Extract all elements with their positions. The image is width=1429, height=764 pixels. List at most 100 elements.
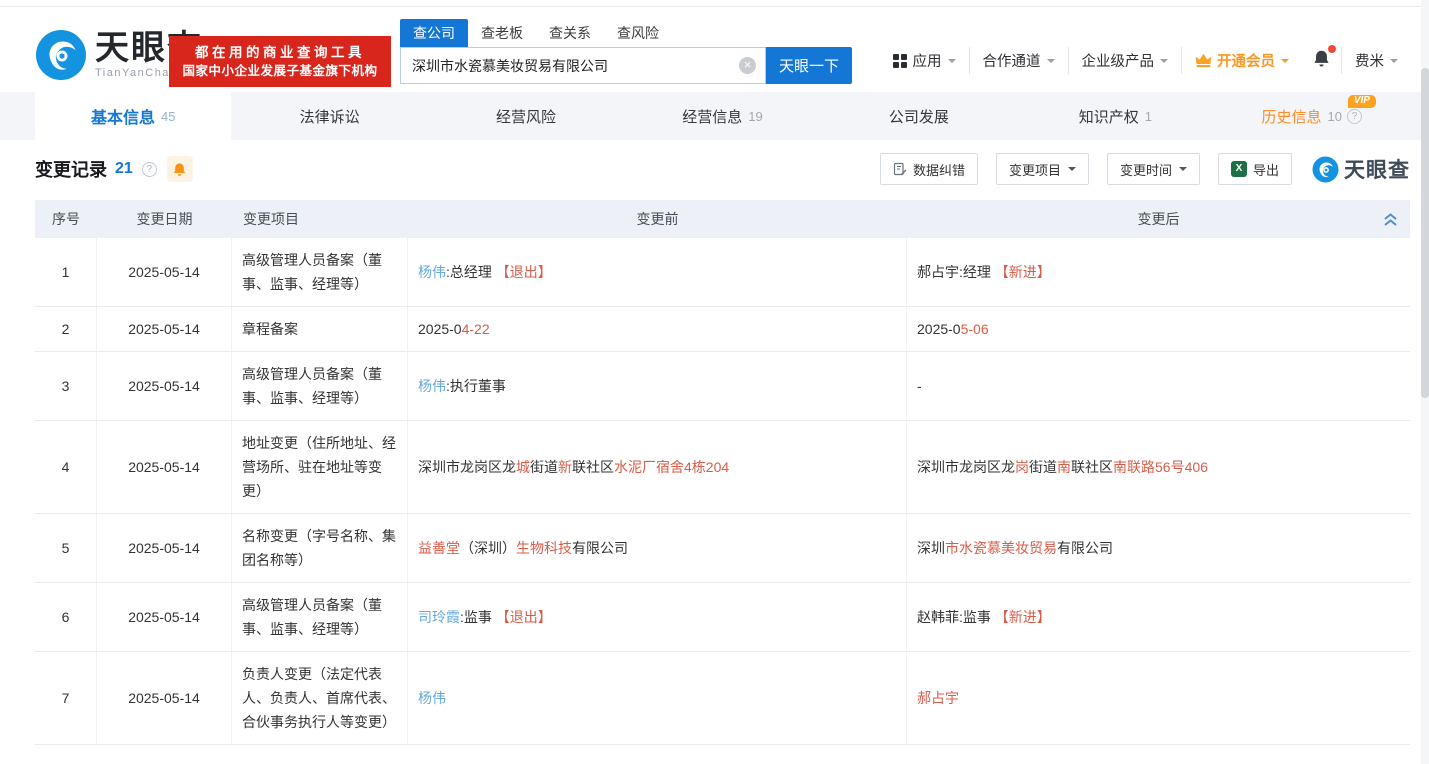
watermark-text: 天眼查 [1344, 154, 1410, 184]
table-body: 12025-05-14高级管理人员备案（董事、监事、经理等）杨伟:总经理 【退出… [35, 238, 1410, 745]
cell-seq: 2 [35, 307, 97, 351]
cell-after: 赵韩菲:监事 【新进】 [907, 583, 1410, 651]
chevron-down-icon [1390, 59, 1398, 67]
main-tab-bar: 基本信息45法律诉讼经营风险经营信息19公司发展知识产权1历史信息10VIP? [0, 92, 1429, 140]
search-tab-0[interactable]: 查公司 [400, 19, 468, 47]
site-header: 天眼查 TianYanCha.com 都在用的商业查询工具 国家中小企业发展子基… [0, 7, 1429, 92]
table-row: 52025-05-14名称变更（字号名称、集团名称等）益善堂（深圳）生物科技有限… [35, 514, 1410, 583]
search-button[interactable]: 天眼一下 [766, 47, 852, 84]
collapse-up-icon[interactable] [1383, 211, 1398, 228]
cell-seq: 1 [35, 238, 97, 306]
table-row: 42025-05-14地址变更（住所地址、经营场所、驻在地址等变更）深圳市龙岗区… [35, 421, 1410, 514]
nav-item-2[interactable]: 企业级产品 [1068, 47, 1182, 74]
tab-count: 1 [1145, 109, 1152, 124]
help-icon[interactable]: ? [1347, 109, 1362, 124]
edit-doc-icon [893, 162, 907, 176]
nav-item-0[interactable]: 应用 [880, 47, 969, 74]
watermark-logo: 天眼查 [1312, 154, 1410, 184]
table-header-row: 序号 变更日期 变更项目 变更前 变更后 [35, 200, 1410, 238]
search-tab-3[interactable]: 查风险 [604, 19, 672, 47]
cell-item: 章程备案 [232, 307, 408, 351]
tab-历史信息[interactable]: 历史信息10VIP? [1214, 92, 1410, 140]
tianyancha-logo-icon [35, 29, 87, 81]
tab-知识产权[interactable]: 知识产权1 [1017, 92, 1213, 140]
cell-seq: 3 [35, 352, 97, 420]
change-time-dropdown[interactable]: 变更时间 [1107, 153, 1200, 185]
cell-before: 益善堂（深圳）生物科技有限公司 [408, 514, 907, 582]
nav-item-3[interactable]: 开通会员 [1181, 47, 1302, 74]
diff-text: 生物科技 [516, 540, 572, 556]
cell-date: 2025-05-14 [97, 652, 232, 744]
diff-text: 【新进】 [995, 264, 1051, 280]
cell-item: 高级管理人员备案（董事、监事、经理等） [232, 238, 408, 306]
person-link[interactable]: 杨伟 [418, 264, 446, 280]
cell-item: 高级管理人员备案（董事、监事、经理等） [232, 352, 408, 420]
diff-text: 益善堂 [418, 540, 460, 556]
cell-after: 2025-05-06 [907, 307, 1410, 351]
page-scrollbar [1421, 0, 1429, 764]
diff-text: 新 [558, 459, 572, 475]
promo-line2: 国家中小企业发展子基金旗下机构 [169, 62, 391, 81]
tab-基本信息[interactable]: 基本信息45 [35, 92, 231, 140]
table-row: 32025-05-14高级管理人员备案（董事、监事、经理等）杨伟:执行董事- [35, 352, 1410, 421]
cell-date: 2025-05-14 [97, 352, 232, 420]
nav-item-1[interactable]: 合作通道 [969, 47, 1068, 74]
diff-text: 【退出】 [496, 609, 552, 625]
cell-before: 杨伟:总经理 【退出】 [408, 238, 907, 306]
diff-text: 岗 [1015, 459, 1029, 475]
subscribe-bell-icon[interactable] [167, 156, 193, 182]
nav-item-5[interactable]: 费米 [1341, 47, 1411, 74]
table-row: 22025-05-14章程备案2025-04-222025-05-06 [35, 307, 1410, 352]
search-tabs: 查公司查老板查关系查风险 [400, 21, 852, 47]
cell-seq: 7 [35, 652, 97, 744]
cell-date: 2025-05-14 [97, 421, 232, 513]
table-row: 62025-05-14高级管理人员备案（董事、监事、经理等）司玲霞:监事 【退出… [35, 583, 1410, 652]
crown-icon [1195, 53, 1212, 68]
diff-text: 南联路56号406 [1113, 459, 1208, 475]
help-icon[interactable]: ? [142, 162, 157, 177]
chevron-down-icon [948, 59, 956, 67]
tab-经营风险[interactable]: 经营风险 [428, 92, 624, 140]
person-link[interactable]: 司玲霞 [418, 609, 460, 625]
cell-item: 负责人变更（法定代表人、负责人、首席代表、合伙事务执行人等变更） [232, 652, 408, 744]
tab-法律诉讼[interactable]: 法律诉讼 [231, 92, 427, 140]
tab-count: 45 [161, 109, 175, 124]
tianyancha-logo-icon [1312, 156, 1339, 183]
cell-before: 司玲霞:监事 【退出】 [408, 583, 907, 651]
change-project-dropdown[interactable]: 变更项目 [996, 153, 1089, 185]
diff-text: 郝占宇 [917, 690, 959, 706]
cell-before: 2025-04-22 [408, 307, 907, 351]
section-header: 变更记录 21 ? 数据纠错 变更项目 变更时间 X 导出 [35, 152, 1410, 186]
clear-search-icon[interactable]: × [739, 57, 756, 74]
cell-after: 郝占宇 [907, 652, 1410, 744]
table-row: 12025-05-14高级管理人员备案（董事、监事、经理等）杨伟:总经理 【退出… [35, 238, 1410, 307]
cell-item: 地址变更（住所地址、经营场所、驻在地址等变更） [232, 421, 408, 513]
tab-count: 19 [748, 109, 762, 124]
person-link[interactable]: 杨伟 [418, 378, 446, 394]
cell-date: 2025-05-14 [97, 514, 232, 582]
data-correction-button[interactable]: 数据纠错 [880, 153, 978, 185]
toolbar: 数据纠错 变更项目 变更时间 X 导出 天眼查 [862, 153, 1410, 185]
tab-经营信息[interactable]: 经营信息19 [624, 92, 820, 140]
cell-after: 郝占宇:经理 【新进】 [907, 238, 1410, 306]
search-tab-2[interactable]: 查关系 [536, 19, 604, 47]
search-tab-1[interactable]: 查老板 [468, 19, 536, 47]
search-area: 查公司查老板查关系查风险 × 天眼一下 [400, 21, 852, 84]
grid-icon [893, 54, 907, 68]
col-header-before: 变更前 [408, 200, 907, 238]
notifications-bell[interactable] [1302, 49, 1341, 72]
diff-text: 【新进】 [995, 609, 1051, 625]
person-link[interactable]: 杨伟 [418, 690, 446, 706]
scrollbar-thumb[interactable] [1421, 68, 1429, 398]
tab-公司发展[interactable]: 公司发展 [821, 92, 1017, 140]
notification-badge [1328, 45, 1336, 53]
search-input[interactable] [400, 47, 766, 84]
section-title: 变更记录 [35, 156, 107, 182]
export-button[interactable]: X 导出 [1218, 153, 1292, 185]
cell-before: 深圳市龙岗区龙城街道新联社区水泥厂宿舍4栋204 [408, 421, 907, 513]
top-nav: 应用合作通道企业级产品开通会员 费米 [880, 47, 1412, 74]
diff-text: 城 [516, 459, 530, 475]
chevron-down-icon [1068, 167, 1076, 175]
chevron-down-icon [1179, 167, 1187, 175]
cell-after: - [907, 352, 1410, 420]
